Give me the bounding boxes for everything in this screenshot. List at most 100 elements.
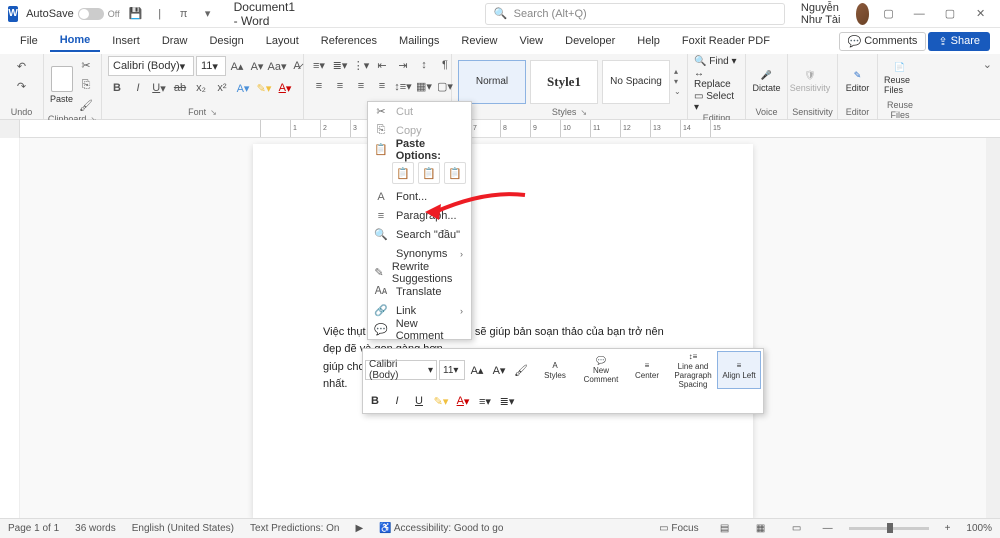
font-name-combo[interactable]: Calibri (Body) ▾ [108,56,194,76]
superscript-icon[interactable]: x² [213,79,231,97]
bullets-icon[interactable]: ≡▾ [310,56,328,74]
status-macro-icon[interactable]: ▶ [356,523,364,534]
align-left-icon[interactable]: ≡ [310,77,328,95]
font-size-combo[interactable]: 11 ▾ [196,56,226,76]
grow-font-icon[interactable]: A▴ [228,57,246,75]
maximize-button[interactable]: ▢ [939,0,962,28]
mini-format-painter-icon[interactable]: 🖌 [511,360,531,380]
print-layout-icon[interactable]: ▦ [751,521,771,537]
vertical-ruler[interactable] [0,138,20,518]
paste-keep-formatting[interactable]: 📋 [392,162,414,184]
shrink-font-icon[interactable]: A▾ [248,57,266,75]
status-language[interactable]: English (United States) [132,523,234,534]
minimize-button[interactable]: — [908,0,931,28]
sensitivity-button[interactable]: 🛡Sensitivity [794,60,826,104]
select-button[interactable]: ▭ Select ▾ [694,91,739,113]
tab-layout[interactable]: Layout [256,31,309,51]
paste-text-only[interactable]: 📋 [444,162,466,184]
styles-launcher[interactable]: ↘ [580,108,587,117]
mini-font-size[interactable]: 11▾ [439,360,465,380]
dictate-button[interactable]: 🎤Dictate [752,60,781,104]
context-cut[interactable]: ✂Cut [368,102,471,121]
tab-file[interactable]: File [10,31,48,51]
tab-insert[interactable]: Insert [102,31,150,51]
sort-icon[interactable]: ↕ [415,56,433,74]
context-translate[interactable]: 🗛Translate [368,282,471,301]
tab-design[interactable]: Design [199,31,253,51]
qat-dropdown-icon[interactable]: ▾ [200,6,216,22]
undo-icon[interactable]: ↶ [12,56,32,76]
tab-home[interactable]: Home [50,30,101,52]
styles-down-icon[interactable]: ▾ [674,77,681,86]
status-page[interactable]: Page 1 of 1 [8,523,59,534]
copy-icon[interactable]: ⎘ [77,76,95,94]
tab-review[interactable]: Review [451,31,507,51]
styles-more-icon[interactable]: ⌄ [674,87,681,96]
autosave-toggle[interactable]: AutoSave Off [26,8,120,20]
ribbon-options-icon[interactable]: ▢ [877,0,900,28]
context-new-comment[interactable]: 💬New Comment [368,320,471,339]
vertical-scrollbar[interactable] [986,138,1000,518]
zoom-in-button[interactable]: + [945,523,951,534]
context-font[interactable]: AFont... [368,187,471,206]
style-normal[interactable]: Normal [458,60,526,104]
font-color-icon[interactable]: A▾ [276,79,294,97]
line-spacing-icon[interactable]: ↕≡▾ [394,77,412,95]
close-button[interactable]: ✕ [969,0,992,28]
zoom-out-button[interactable]: — [823,523,833,534]
tab-view[interactable]: View [509,31,553,51]
mini-line-spacing[interactable]: ↕≡Line and Paragraph Spacing [671,351,715,389]
numbering-icon[interactable]: ≣▾ [331,56,349,74]
highlight-icon[interactable]: ✎▾ [255,79,273,97]
tab-foxit[interactable]: Foxit Reader PDF [672,31,780,51]
collapse-ribbon-icon[interactable]: ⌄ [975,54,1000,119]
reuse-files-button[interactable]: 📄Reuse Files [884,56,916,100]
styles-up-icon[interactable]: ▴ [674,67,681,76]
context-search[interactable]: 🔍Search "đầu" [368,225,471,244]
focus-mode-button[interactable]: ▭ Focus [659,523,698,534]
decrease-indent-icon[interactable]: ⇤ [373,56,391,74]
bold-icon[interactable]: B [108,79,126,97]
mini-grow-font-icon[interactable]: A▴ [467,360,487,380]
mini-bold-icon[interactable]: B [365,391,385,411]
mini-styles[interactable]: AStyles [533,351,577,389]
mini-center[interactable]: ≡Center [625,351,669,389]
tab-draw[interactable]: Draw [152,31,198,51]
editor-button[interactable]: ✎Editor [844,60,871,104]
style-style1[interactable]: Style1 [530,60,598,104]
comments-button[interactable]: 💬 Comments [839,32,927,51]
cut-icon[interactable]: ✂ [77,56,95,74]
text-effects-icon[interactable]: A▾ [234,79,252,97]
status-accessibility[interactable]: ♿ Accessibility: Good to go [379,523,503,534]
multilevel-icon[interactable]: ⋮▾ [352,56,370,74]
read-mode-icon[interactable]: ▤ [715,521,735,537]
mini-font-name[interactable]: Calibri (Body)▾ [365,360,437,380]
mini-shrink-font-icon[interactable]: A▾ [489,360,509,380]
tab-help[interactable]: Help [627,31,670,51]
replace-button[interactable]: ↔ Replace [694,68,739,90]
tab-developer[interactable]: Developer [555,31,625,51]
style-nospacing[interactable]: No Spacing [602,60,670,104]
status-words[interactable]: 36 words [75,523,116,534]
subscript-icon[interactable]: x₂ [192,79,210,97]
zoom-slider[interactable] [849,527,929,530]
save-icon[interactable]: 💾 [128,6,144,22]
mini-bullets-icon[interactable]: ≡▾ [475,391,495,411]
underline-icon[interactable]: U▾ [150,79,168,97]
share-button[interactable]: ⇪ Share [928,32,990,51]
tab-references[interactable]: References [311,31,387,51]
document-page[interactable]: Việc thụt đầu dòng trong Word sẽ giúp bả… [253,144,753,518]
align-right-icon[interactable]: ≡ [352,77,370,95]
equation-icon[interactable]: π [176,6,192,22]
mini-highlight-icon[interactable]: ✎▾ [431,391,451,411]
change-case-icon[interactable]: Aa▾ [268,57,286,75]
align-center-icon[interactable]: ≡ [331,77,349,95]
mini-underline-icon[interactable]: U [409,391,429,411]
paste-merge-formatting[interactable]: 📋 [418,162,440,184]
zoom-level[interactable]: 100% [966,523,992,534]
web-layout-icon[interactable]: ▭ [787,521,807,537]
justify-icon[interactable]: ≡ [373,77,391,95]
paste-button[interactable]: Paste [50,63,73,107]
context-rewrite[interactable]: ✎Rewrite Suggestions [368,263,471,282]
mini-align-left[interactable]: ≡Align Left [717,351,761,389]
